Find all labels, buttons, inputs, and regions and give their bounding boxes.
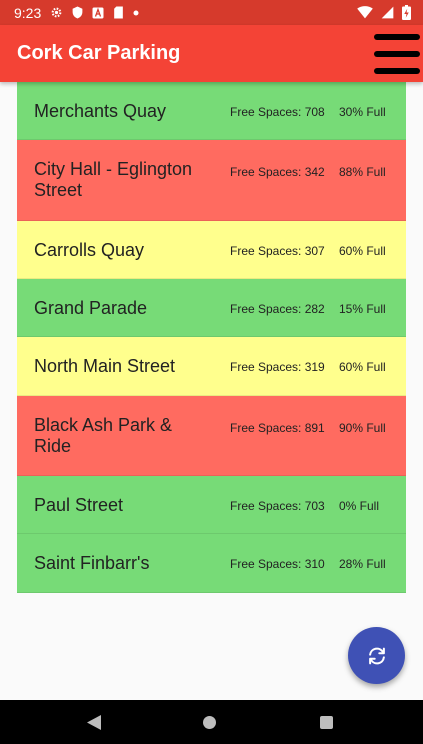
car-park-name: Carrolls Quay (34, 240, 145, 260)
free-spaces: Free Spaces: 703 (230, 499, 325, 513)
sd-card-icon (113, 6, 124, 19)
status-time: 9:23 (14, 4, 42, 21)
free-spaces: Free Spaces: 319 (230, 360, 325, 374)
status-bar: 9:23 (0, 0, 423, 25)
recents-icon[interactable] (320, 716, 333, 729)
free-spaces: Free Spaces: 307 (230, 244, 325, 258)
signal-icon (381, 6, 394, 19)
car-park-row[interactable]: North Main Street Free Spaces: 319 60% Ful… (17, 337, 406, 396)
hamburger-menu-icon[interactable] (374, 34, 420, 74)
car-park-row[interactable]: Paul Street Free Spaces: 703 0% Full (17, 476, 406, 534)
car-park-name: City Hall - Eglington Street (34, 159, 193, 200)
refresh-button[interactable] (348, 627, 405, 684)
status-right (357, 5, 411, 20)
car-park-name: Saint Finbarr's (34, 553, 150, 573)
menu-line (374, 51, 420, 57)
car-park-name: Paul Street (34, 495, 124, 515)
free-spaces: Free Spaces: 708 (230, 105, 325, 119)
percent-full: 30% Full (339, 105, 386, 119)
percent-full: 60% Full (339, 244, 386, 258)
a-icon (92, 7, 104, 19)
refresh-icon (368, 647, 385, 664)
car-park-list: Merchants Quay Free Spaces: 708 30% Full Ci… (17, 82, 406, 593)
app-title: Cork Car Parking (17, 42, 181, 64)
menu-line (374, 34, 420, 40)
dot-icon (133, 10, 139, 16)
car-park-name: Merchants Quay (34, 101, 167, 121)
car-park-row[interactable]: Grand Parade Free Spaces: 282 15% Full (17, 279, 406, 337)
wifi-icon (357, 6, 373, 19)
settings-icon (50, 6, 63, 19)
free-spaces: Free Spaces: 310 (230, 557, 325, 571)
menu-line (374, 68, 420, 74)
free-spaces: Free Spaces: 282 (230, 302, 325, 316)
free-spaces: Free Spaces: 891 (230, 421, 325, 435)
percent-full: 90% Full (339, 421, 386, 435)
percent-full: 28% Full (339, 557, 386, 571)
percent-full: 60% Full (339, 360, 386, 374)
home-icon[interactable] (203, 716, 216, 729)
battery-icon (402, 5, 411, 20)
back-icon[interactable] (86, 714, 102, 731)
percent-full: 88% Full (339, 165, 386, 179)
navigation-bar (0, 700, 423, 744)
status-left: 9:23 (14, 5, 139, 21)
car-park-name: Black Ash Park & Ride (34, 415, 173, 456)
shield-icon (72, 6, 83, 19)
car-park-row[interactable]: Saint Finbarr's Free Spaces: 310 28% Full (17, 534, 406, 593)
car-park-row[interactable]: Carrolls Quay Free Spaces: 307 60% Full (17, 221, 406, 279)
free-spaces: Free Spaces: 342 (230, 165, 325, 179)
percent-full: 0% Full (339, 499, 380, 513)
app-bar: Cork Car Parking (0, 25, 423, 82)
percent-full: 15% Full (339, 302, 386, 316)
car-park-row[interactable]: Merchants Quay Free Spaces: 708 30% Full (17, 82, 406, 140)
car-park-name: Grand Parade (34, 298, 148, 318)
car-park-name: North Main Street (34, 356, 176, 376)
car-park-row[interactable]: City Hall - Eglington Street Free Spaces:… (17, 140, 406, 221)
car-park-row[interactable]: Black Ash Park & Ride Free Spaces: 891 90%… (17, 396, 406, 476)
